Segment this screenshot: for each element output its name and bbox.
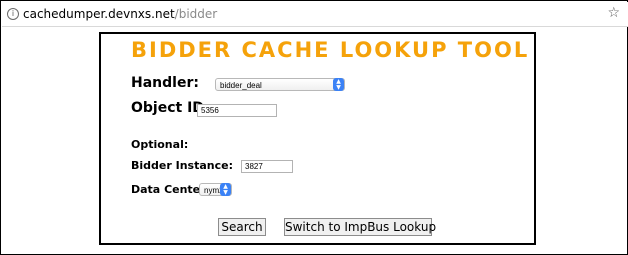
search-button[interactable]: Search — [218, 218, 266, 236]
url-host: cachedumper.devnxs.net — [23, 7, 175, 21]
bidder-instance-input[interactable]: 3827 — [241, 160, 293, 173]
bidder-instance-label: Bidder Instance: — [131, 159, 233, 172]
url-text[interactable]: cachedumper.devnxs.net/bidder — [23, 7, 217, 21]
page-title: BIDDER CACHE LOOKUP TOOL — [131, 38, 530, 62]
select-arrows-icon: ▲ ▼ — [333, 78, 344, 91]
optional-label: Optional: — [131, 138, 189, 151]
switch-to-impbus-button[interactable]: Switch to ImpBus Lookup — [284, 218, 436, 236]
handler-select[interactable]: bidder_deal ▲ ▼ — [215, 78, 345, 91]
info-icon[interactable]: i — [7, 8, 19, 20]
handler-label: Handler: — [131, 75, 199, 91]
data-center-select[interactable]: nym2 ▲ ▼ — [199, 183, 232, 196]
object-id-input[interactable]: 5356 — [197, 104, 277, 117]
handler-select-value: bidder_deal — [220, 81, 262, 90]
window-frame: i cachedumper.devnxs.net/bidder ☆ BIDDER… — [0, 0, 628, 255]
bookmark-star-icon[interactable]: ☆ — [607, 5, 620, 21]
lookup-panel: BIDDER CACHE LOOKUP TOOL Handler: bidder… — [99, 32, 536, 245]
address-bar[interactable]: i cachedumper.devnxs.net/bidder ☆ — [2, 2, 628, 27]
select-arrows-icon: ▲ ▼ — [220, 183, 231, 196]
url-path: /bidder — [174, 7, 218, 21]
